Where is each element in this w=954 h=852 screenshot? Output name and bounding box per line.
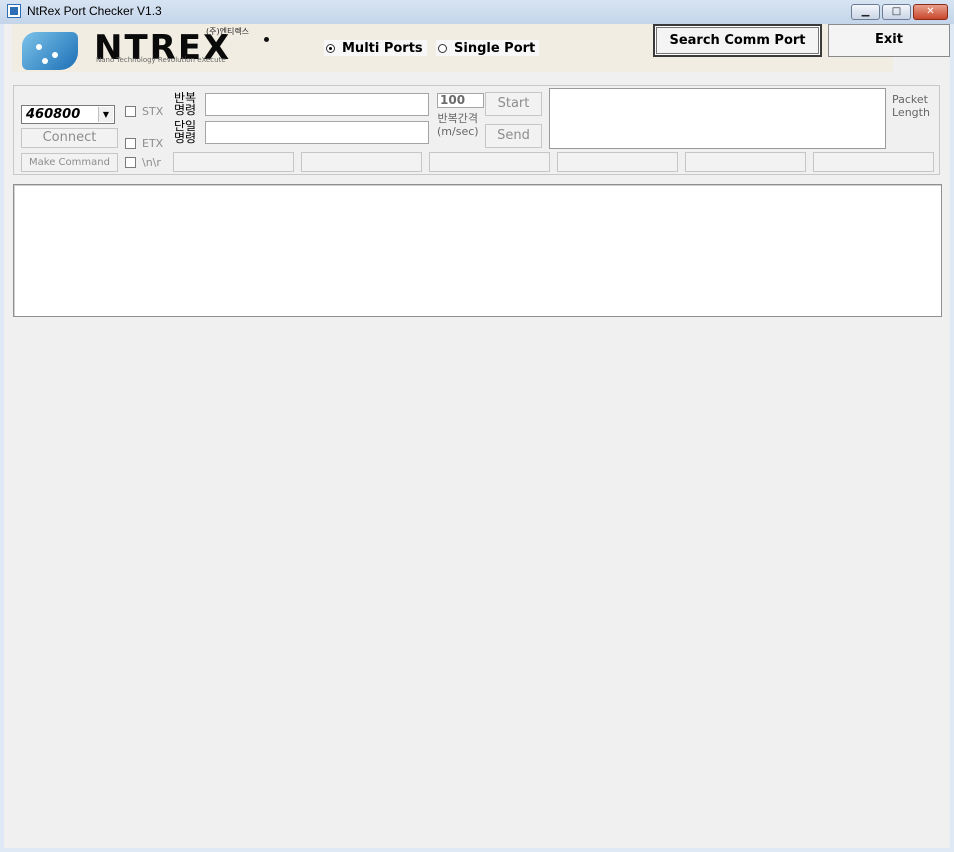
radio-single-port[interactable]: Single Port [436,40,540,56]
command-slot-button-3[interactable] [429,152,550,172]
baud-rate-select[interactable]: 460800 ▼ [21,105,115,124]
checkbox-box [125,138,136,149]
app-icon [7,4,21,18]
packet-length-label: Packet Length [892,93,930,119]
command-slot-button-6[interactable] [813,152,934,172]
checkbox-box [125,106,136,117]
radio-label: Multi Ports [342,40,423,56]
radio-unselected-icon [438,43,447,53]
send-button[interactable]: Send [485,124,542,148]
checkbox-label: ETX [142,137,164,150]
exit-button[interactable]: Exit [828,24,950,57]
start-button[interactable]: Start [485,92,542,116]
single-command-input[interactable] [205,121,429,144]
output-log[interactable] [13,184,942,317]
close-button[interactable]: ✕ [913,4,948,20]
main-window: (주)엔티렉스 NTREX Nano Technology Revolution… [4,24,950,848]
newline-checkbox[interactable]: \n\r [125,156,161,169]
radio-label: Single Port [454,40,536,56]
logo-dot [264,37,269,42]
command-slot-button-4[interactable] [557,152,678,172]
checkbox-label: \n\r [142,156,161,169]
title-bar: NtRex Port Checker V1.3 ▁ □ ✕ [0,0,954,24]
radio-multi-ports[interactable]: Multi Ports [324,40,427,56]
stx-checkbox[interactable]: STX [125,105,163,118]
chevron-down-icon[interactable]: ▼ [98,107,113,122]
minimize-button[interactable]: ▁ [851,4,880,20]
repeat-command-input[interactable] [205,93,429,116]
window-title: NtRex Port Checker V1.3 [27,4,162,18]
logo-tagline: Nano Technology Revolution eXecute [96,56,226,64]
repeat-interval-input[interactable]: 100 [437,93,484,108]
repeat-command-label: 반복 명령 [173,91,197,117]
etx-checkbox[interactable]: ETX [125,137,163,150]
repeat-interval-label: 반복간격 (m/sec) [437,112,479,138]
ntrex-logo-icon [22,32,78,70]
make-command-button[interactable]: Make Command [21,153,118,172]
checkbox-box [125,157,136,168]
command-slot-button-5[interactable] [685,152,806,172]
maximize-button[interactable]: □ [882,4,911,20]
radio-selected-icon [326,43,335,53]
checkbox-label: STX [142,105,164,118]
command-slot-button-1[interactable] [173,152,294,172]
baud-rate-value: 460800 [26,107,81,122]
connect-button[interactable]: Connect [21,128,118,148]
search-comm-port-button[interactable]: Search Comm Port [653,24,822,57]
command-slot-button-2[interactable] [301,152,422,172]
packet-display[interactable] [549,88,886,149]
single-command-label: 단일 명령 [173,119,197,145]
